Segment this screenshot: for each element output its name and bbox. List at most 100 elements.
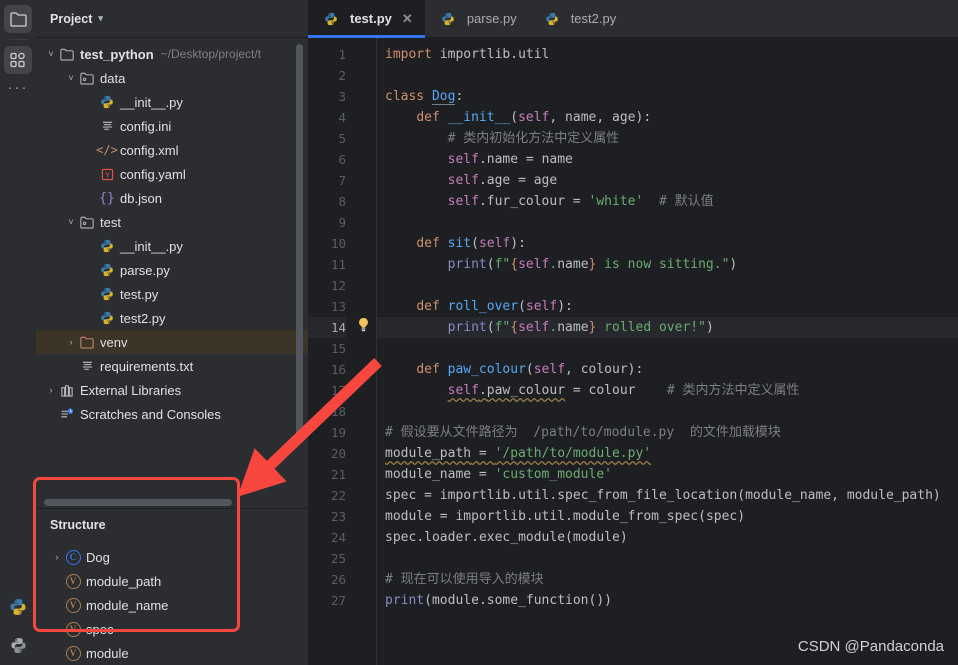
- code-line: module_path = '/path/to/module.py': [385, 446, 652, 461]
- project-tree-item-venv[interactable]: › venv: [36, 330, 308, 354]
- project-tool-window-icon[interactable]: [4, 5, 32, 33]
- project-tree-item-scratches-and-consoles[interactable]: Scratches and Consoles: [36, 402, 308, 426]
- line-number: 23: [330, 509, 346, 524]
- python-file-icon: [322, 12, 340, 26]
- folder-src-icon: [78, 216, 96, 229]
- lightbulb-icon[interactable]: [357, 317, 370, 338]
- project-tree-item-external-libraries[interactable]: › External Libraries: [36, 378, 308, 402]
- activity-bar: ···: [0, 0, 36, 665]
- project-tree-item-config-yaml[interactable]: Yconfig.yaml: [36, 162, 308, 186]
- line-number: 14: [308, 317, 346, 338]
- line-number: 5: [338, 131, 346, 146]
- code-line: module_name = 'custom_module': [385, 467, 612, 482]
- project-tree-item-label: test: [100, 214, 121, 230]
- folder-venv-icon: [78, 336, 96, 349]
- more-tool-windows-button[interactable]: ···: [4, 76, 32, 98]
- line-number: 20: [330, 446, 346, 461]
- project-tree-item-test-python[interactable]: ˅ test_python ~/Desktop/project/t: [36, 42, 308, 66]
- json-file-icon: {}: [99, 190, 115, 206]
- project-tree-item-requirements-txt[interactable]: requirements.txt: [36, 354, 308, 378]
- python-file-icon: [439, 12, 457, 26]
- code-content[interactable]: import importlib.util class Dog: def __i…: [376, 38, 958, 665]
- project-panel-header[interactable]: Project ▾: [36, 0, 308, 38]
- project-tree-item--init-py[interactable]: __init__.py: [36, 234, 308, 258]
- code-line: class Dog:: [385, 89, 464, 105]
- code-line: def paw_colour(self, colour):: [416, 362, 644, 377]
- line-number: 3: [338, 89, 346, 104]
- chevron-down-icon[interactable]: ˅: [64, 217, 78, 227]
- code-line: print(module.some_function()): [385, 593, 612, 608]
- chevron-down-icon[interactable]: ˅: [44, 49, 58, 59]
- chevron-right-icon[interactable]: ›: [44, 385, 58, 395]
- chevron-down-icon[interactable]: ˅: [64, 73, 78, 83]
- code-line: self.age = age: [447, 173, 558, 188]
- xml-file-icon: </>: [96, 143, 118, 157]
- structure-tool-window-icon[interactable]: [4, 46, 32, 74]
- folder-src-icon: [78, 72, 96, 85]
- python-packages-icon[interactable]: [4, 631, 32, 659]
- code-line: # 类内初始化方法中定义属性: [447, 131, 620, 146]
- project-tree-item-db-json[interactable]: {} db.json: [36, 186, 308, 210]
- library-icon: [58, 384, 76, 397]
- activity-bar-separator: [8, 39, 28, 40]
- line-number: 7: [338, 173, 346, 188]
- code-line: print(f"{self.name} is now sitting."): [447, 257, 738, 272]
- project-tree-item-parse-py[interactable]: parse.py: [36, 258, 308, 282]
- code-line: self.paw_colour = colour # 类内方法中定义属性: [447, 383, 800, 398]
- code-line: print(f"{self.name} rolled over!"): [377, 317, 958, 338]
- code-line: # 假设要从文件路径为 /path/to/module.py 的文件加载模块: [385, 425, 781, 440]
- editor-tab-label: test.py: [350, 11, 392, 26]
- text-file-icon: [98, 120, 116, 133]
- code-line: def __init__(self, name, age):: [416, 110, 652, 125]
- project-tree-item-test[interactable]: ˅ test: [36, 210, 308, 234]
- project-tree-scroll[interactable]: ˅ test_python ~/Desktop/project/t ˅ data __in…: [36, 38, 308, 497]
- line-number: 16: [330, 362, 346, 377]
- chevron-right-icon[interactable]: ›: [64, 337, 78, 347]
- line-number: 26: [330, 572, 346, 587]
- svg-text:Y: Y: [104, 170, 110, 179]
- code-line: self.fur_colour = 'white' # 默认值: [447, 194, 714, 209]
- project-tree-item-label: test.py: [120, 286, 159, 302]
- code-line: module = importlib.util.module_from_spec…: [385, 509, 746, 524]
- project-tree-item-path: ~/Desktop/project/t: [160, 47, 262, 61]
- editor-tab-test-py[interactable]: test.py ✕: [308, 0, 425, 38]
- project-tree-item-label: db.json: [120, 190, 162, 206]
- structure-item-module[interactable]: Vmodule: [36, 641, 308, 665]
- structure-item-label: module: [86, 645, 129, 661]
- line-number: 11: [330, 257, 346, 272]
- editor-tab-label: test2.py: [570, 11, 617, 26]
- gutter-icon-column[interactable]: [354, 38, 376, 665]
- project-tree-item--init-py[interactable]: __init__.py: [36, 90, 308, 114]
- chevron-down-icon[interactable]: ▾: [98, 13, 103, 24]
- project-tree-item-config-xml[interactable]: </> config.xml: [36, 138, 308, 162]
- editor-tab-test2-py[interactable]: test2.py: [529, 0, 629, 37]
- project-tree-item-label: parse.py: [120, 262, 170, 278]
- python-console-icon[interactable]: [4, 593, 32, 621]
- project-tree: ˅ test_python ~/Desktop/project/t ˅ data __in…: [36, 38, 308, 426]
- code-line: spec = importlib.util.spec_from_file_loc…: [385, 488, 941, 503]
- project-tree-item-label: test_python: [80, 46, 154, 62]
- python-icon: [98, 239, 116, 253]
- project-tree-vertical-scrollbar[interactable]: [296, 44, 303, 444]
- line-number: 27: [330, 593, 346, 608]
- ide-window: ··· Project ▾ ˅ test_python ~/Desktop/pr…: [0, 0, 958, 665]
- line-number: 15: [330, 341, 346, 356]
- project-tree-item-test2-py[interactable]: test2.py: [36, 306, 308, 330]
- project-tree-item-label: data: [100, 70, 126, 86]
- project-tree-item-label: config.yaml: [120, 166, 186, 182]
- project-tree-item-data[interactable]: ˅ data: [36, 66, 308, 90]
- code-line: import importlib.util: [385, 47, 550, 62]
- line-number: 22: [330, 488, 346, 503]
- code-editor[interactable]: 1 2 3 4 5 6 7 8 9 10 11 12 13 14 15 16 17 18 19 20 21 22 23 24 2…: [308, 38, 958, 665]
- project-tree-item-config-ini[interactable]: config.ini: [36, 114, 308, 138]
- editor-area: test.py ✕ parse.py test2.py 1 2 3 4 5 6 7 8 9 10 11 12…: [308, 0, 958, 665]
- editor-tab-parse-py[interactable]: parse.py: [425, 0, 529, 37]
- close-icon[interactable]: ✕: [402, 11, 413, 27]
- project-tree-item-test-py[interactable]: test.py: [36, 282, 308, 306]
- code-line: self.name = name: [447, 152, 573, 167]
- annotation-highlight-box: [33, 477, 240, 632]
- line-number: 12: [330, 278, 346, 293]
- text-file-icon: [78, 360, 96, 373]
- project-tree-item-label: __init__.py: [120, 94, 183, 110]
